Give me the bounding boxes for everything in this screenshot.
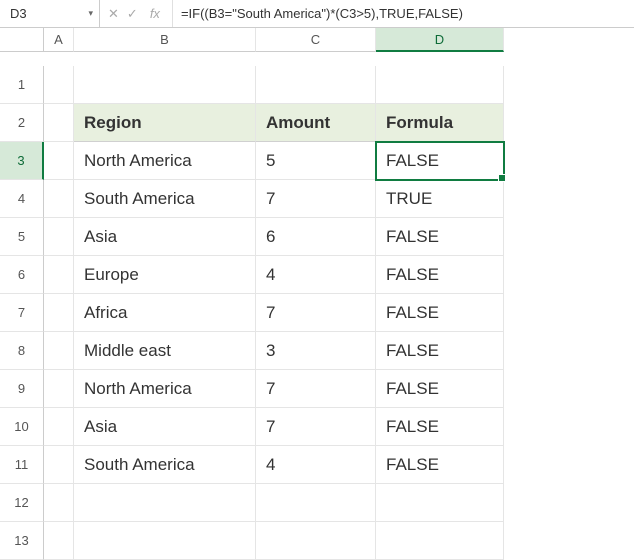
cell-d1[interactable] <box>376 66 504 104</box>
cell-c11[interactable]: 4 <box>256 446 376 484</box>
row-header-2[interactable]: 2 <box>0 104 44 142</box>
cell-a3[interactable] <box>44 142 74 180</box>
cell-b2[interactable]: Region <box>74 104 256 142</box>
row-header-1[interactable]: 1 <box>0 66 44 104</box>
cell-d6[interactable]: FALSE <box>376 256 504 294</box>
cell-b8[interactable]: Middle east <box>74 332 256 370</box>
cell-d11[interactable]: FALSE <box>376 446 504 484</box>
enter-icon[interactable]: ✓ <box>127 6 138 22</box>
cell-c1[interactable] <box>256 66 376 104</box>
cell-c5[interactable]: 6 <box>256 218 376 256</box>
cell-a4[interactable] <box>44 180 74 218</box>
cell-a13[interactable] <box>44 522 74 560</box>
cell-c10[interactable]: 7 <box>256 408 376 446</box>
col-header-c[interactable]: C <box>256 28 376 52</box>
cell-b6[interactable]: Europe <box>74 256 256 294</box>
cell-d12[interactable] <box>376 484 504 522</box>
spreadsheet-grid: A B C D 1 2 Region Amount Formula 3 Nort… <box>0 28 634 560</box>
chevron-down-icon: ▾ <box>88 8 93 19</box>
cell-a7[interactable] <box>44 294 74 332</box>
cell-b10[interactable]: Asia <box>74 408 256 446</box>
cell-b13[interactable] <box>74 522 256 560</box>
cell-c4[interactable]: 7 <box>256 180 376 218</box>
cell-c3[interactable]: 5 <box>256 142 376 180</box>
row-header-13[interactable]: 13 <box>0 522 44 560</box>
formula-bar: D3 ▾ ✕ ✓ fx =IF((B3="South America")*(C3… <box>0 0 634 28</box>
cell-a5[interactable] <box>44 218 74 256</box>
cell-a8[interactable] <box>44 332 74 370</box>
cell-c7[interactable]: 7 <box>256 294 376 332</box>
cell-d2[interactable]: Formula <box>376 104 504 142</box>
cell-a9[interactable] <box>44 370 74 408</box>
cell-c13[interactable] <box>256 522 376 560</box>
row-header-8[interactable]: 8 <box>0 332 44 370</box>
cell-c12[interactable] <box>256 484 376 522</box>
cell-b1[interactable] <box>74 66 256 104</box>
formula-input[interactable]: =IF((B3="South America")*(C3>5),TRUE,FAL… <box>173 6 634 21</box>
cell-a6[interactable] <box>44 256 74 294</box>
cell-a2[interactable] <box>44 104 74 142</box>
cell-d13[interactable] <box>376 522 504 560</box>
cell-d3[interactable]: FALSE <box>376 142 504 180</box>
cell-b12[interactable] <box>74 484 256 522</box>
col-header-d[interactable]: D <box>376 28 504 52</box>
col-header-b[interactable]: B <box>74 28 256 52</box>
cell-a11[interactable] <box>44 446 74 484</box>
row-header-9[interactable]: 9 <box>0 370 44 408</box>
row-header-5[interactable]: 5 <box>0 218 44 256</box>
cell-a1[interactable] <box>44 66 74 104</box>
cell-b4[interactable]: South America <box>74 180 256 218</box>
row-header-3[interactable]: 3 <box>0 142 44 180</box>
corner-cell[interactable] <box>0 28 44 52</box>
cell-a12[interactable] <box>44 484 74 522</box>
cell-d9[interactable]: FALSE <box>376 370 504 408</box>
col-header-a[interactable]: A <box>44 28 74 52</box>
cancel-icon[interactable]: ✕ <box>108 6 119 22</box>
formula-buttons: ✕ ✓ fx <box>100 0 173 27</box>
cell-c9[interactable]: 7 <box>256 370 376 408</box>
cell-c2[interactable]: Amount <box>256 104 376 142</box>
cell-c8[interactable]: 3 <box>256 332 376 370</box>
cell-d8[interactable]: FALSE <box>376 332 504 370</box>
row-header-12[interactable]: 12 <box>0 484 44 522</box>
row-header-4[interactable]: 4 <box>0 180 44 218</box>
row-header-7[interactable]: 7 <box>0 294 44 332</box>
cell-c6[interactable]: 4 <box>256 256 376 294</box>
cell-d5[interactable]: FALSE <box>376 218 504 256</box>
fx-icon[interactable]: fx <box>146 6 164 21</box>
cell-b9[interactable]: North America <box>74 370 256 408</box>
name-box-value: D3 <box>10 6 27 21</box>
cell-a10[interactable] <box>44 408 74 446</box>
cell-d7[interactable]: FALSE <box>376 294 504 332</box>
row-header-10[interactable]: 10 <box>0 408 44 446</box>
row-header-11[interactable]: 11 <box>0 446 44 484</box>
row-header-6[interactable]: 6 <box>0 256 44 294</box>
cell-b7[interactable]: Africa <box>74 294 256 332</box>
cell-b3[interactable]: North America <box>74 142 256 180</box>
cell-d4[interactable]: TRUE <box>376 180 504 218</box>
cell-b11[interactable]: South America <box>74 446 256 484</box>
cell-b5[interactable]: Asia <box>74 218 256 256</box>
cell-d10[interactable]: FALSE <box>376 408 504 446</box>
name-box[interactable]: D3 ▾ <box>0 0 100 27</box>
